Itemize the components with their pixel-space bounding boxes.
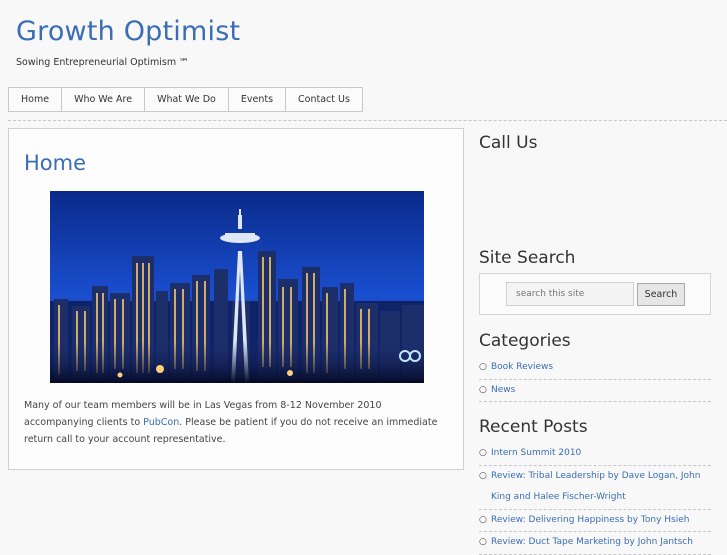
bullet-icon: ○ bbox=[479, 448, 487, 458]
bullet-icon: ○ bbox=[479, 384, 487, 395]
nav-item-contact-us[interactable]: Contact Us bbox=[286, 88, 362, 111]
categories-list: ○ Book Reviews ○ News bbox=[479, 357, 711, 402]
nav-item-who-we-are[interactable]: Who We Are bbox=[62, 88, 146, 111]
site-title[interactable]: Growth Optimist bbox=[16, 16, 240, 47]
recent-post-link[interactable]: Review: Tribal Leadership by Dave Logan,… bbox=[491, 471, 700, 503]
recent-post-link[interactable]: Review: Delivering Happiness by Tony Hsi… bbox=[491, 515, 689, 525]
main-nav: Home Who We Are What We Do Events Contac… bbox=[8, 87, 363, 112]
search-button[interactable]: Search bbox=[637, 283, 685, 306]
list-item: ○ Book Reviews bbox=[479, 357, 711, 380]
list-item: ○ Review: Delivering Happiness by Tony Hs… bbox=[479, 510, 711, 532]
list-item: ○ Review: Tribal Leadership by Dave Logan… bbox=[479, 466, 711, 510]
category-book-reviews[interactable]: Book Reviews bbox=[491, 362, 553, 372]
search-form: Search bbox=[479, 273, 711, 315]
call-us-heading: Call Us bbox=[479, 133, 538, 153]
search-input[interactable] bbox=[506, 282, 634, 306]
list-item: ○ Review: Duct Tape Marketing by John Jan… bbox=[479, 532, 711, 555]
bullet-icon: ○ bbox=[479, 514, 487, 525]
skyline-image bbox=[50, 191, 424, 383]
bullet-icon: ○ bbox=[479, 470, 487, 481]
site-search-heading: Site Search bbox=[479, 248, 576, 268]
categories-heading: Categories bbox=[479, 331, 571, 351]
site-tagline: Sowing Entrepreneurial Optimism ℠ bbox=[16, 57, 189, 68]
recent-post-link[interactable]: Intern Summit 2010 bbox=[491, 448, 581, 458]
main-content: Home Many of our team members will be in… bbox=[8, 128, 464, 470]
list-item: ○ Intern Summit 2010 bbox=[479, 443, 711, 466]
bullet-icon: ○ bbox=[479, 362, 487, 372]
recent-posts-heading: Recent Posts bbox=[479, 417, 588, 437]
pubcon-link[interactable]: PubCon bbox=[143, 417, 179, 428]
bullet-icon: ○ bbox=[479, 537, 487, 547]
category-news[interactable]: News bbox=[491, 385, 515, 395]
recent-post-link[interactable]: Review: Duct Tape Marketing by John Jant… bbox=[491, 537, 693, 547]
list-item: ○ News bbox=[479, 380, 711, 402]
nav-item-home[interactable]: Home bbox=[9, 88, 63, 111]
nav-divider bbox=[8, 120, 727, 121]
nav-item-what-we-do[interactable]: What We Do bbox=[145, 88, 229, 111]
nav-item-events[interactable]: Events bbox=[229, 88, 287, 111]
recent-posts-list: ○ Intern Summit 2010 ○ Review: Tribal Lead… bbox=[479, 443, 711, 555]
announcement-text: Many of our team members will be in Las … bbox=[24, 397, 444, 448]
page-title: Home bbox=[24, 151, 87, 175]
